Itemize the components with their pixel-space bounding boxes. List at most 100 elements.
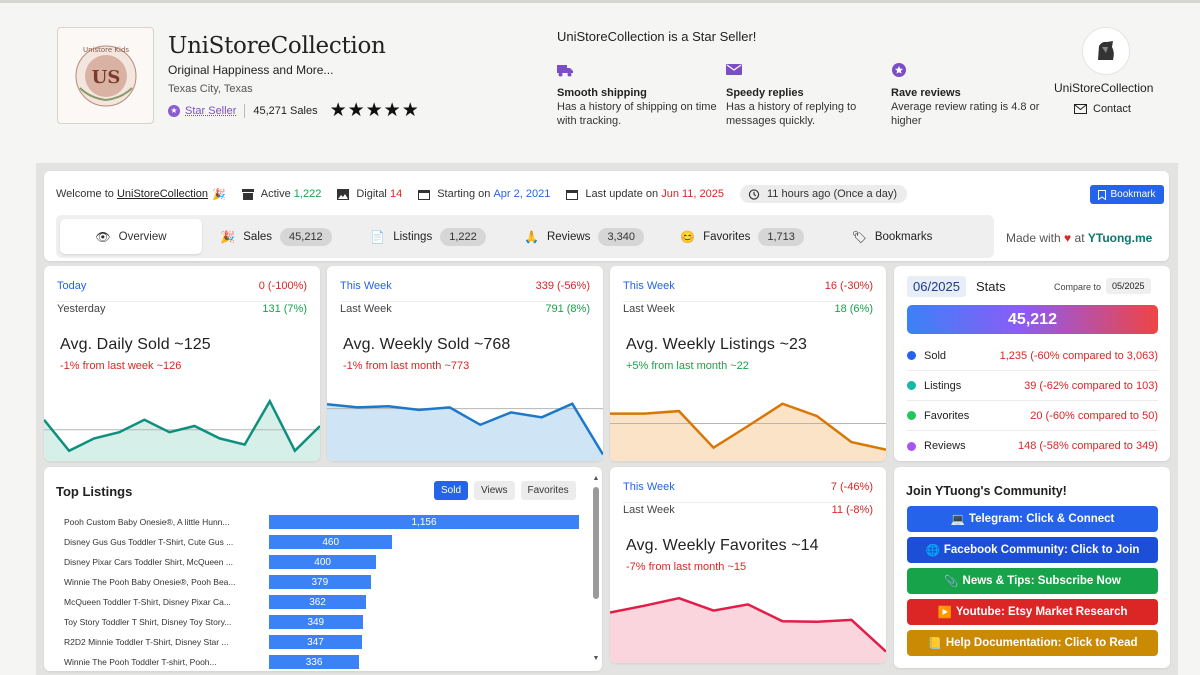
- stat-row-current: This Week 339 (-56%): [340, 280, 590, 292]
- rating-stars-icon[interactable]: ★★★★★: [330, 101, 420, 120]
- month-badge[interactable]: 06/2025: [907, 276, 966, 297]
- stat-row-current: This Week 7 (-46%): [623, 481, 873, 493]
- tab-bookmarks[interactable]: 🏷 Bookmarks: [822, 219, 962, 254]
- bookmark-label: Bookmark: [1110, 189, 1156, 200]
- tab-label: Bookmarks: [874, 230, 933, 243]
- stat-title: Avg. Weekly Favorites ~14: [626, 537, 819, 554]
- stat-divider: [57, 301, 307, 302]
- welcome-prefix: Welcome to: [56, 188, 114, 200]
- listing-row[interactable]: Winnie The Pooh Toddler T-shirt, Pooh...…: [64, 655, 589, 669]
- listing-name[interactable]: Toy Story Toddler T Shirt, Disney Toy St…: [64, 617, 247, 627]
- tab-favorites[interactable]: 😊 Favorites 1,713: [662, 219, 822, 254]
- month-stat-value: 1,235 (-60% compared to 3,063): [999, 349, 1158, 362]
- compare-select[interactable]: 05/2025: [1106, 278, 1151, 294]
- month-stat-name: Listings: [924, 379, 962, 392]
- month-stat-value: 20 (-60% compared to 50): [1030, 409, 1158, 422]
- shop-location: Texas City, Texas: [168, 83, 253, 95]
- listing-name[interactable]: R2D2 Minnie Toddler T-Shirt, Disney Star…: [64, 637, 247, 647]
- month-stat-value: 39 (-62% compared to 103): [1024, 379, 1158, 392]
- tab-reviews[interactable]: 🙏 Reviews 3,340: [506, 219, 662, 254]
- stat-title: Avg. Daily Sold ~125: [60, 336, 211, 353]
- community-button[interactable]: 💻 Telegram: Click & Connect: [907, 506, 1158, 532]
- community-button-icon: ▶️: [937, 607, 952, 619]
- contact-label: Contact: [1093, 103, 1131, 115]
- heart-icon: ♥: [1064, 231, 1072, 245]
- listing-row[interactable]: Pooh Custom Baby Onesie®, A little Hunn.…: [64, 515, 589, 529]
- bookmark-icon: [1098, 189, 1107, 200]
- community-button[interactable]: ▶️ Youtube: Etsy Market Research: [907, 599, 1158, 625]
- party-icon: 🎉: [220, 229, 236, 244]
- bookmark-button[interactable]: Bookmark: [1090, 185, 1164, 204]
- sort-favorites-button[interactable]: Favorites: [520, 481, 576, 500]
- shop-logo[interactable]: US Unistore Kids: [57, 27, 154, 124]
- community-button-label: News & Tips: Subscribe Now: [962, 575, 1121, 587]
- tab-label: Sales: [243, 230, 273, 243]
- tab-count: 3,340: [598, 227, 644, 246]
- stat-subtitle: -1% from last week ~126: [60, 360, 182, 372]
- stat-row-label: Today: [57, 280, 87, 292]
- shop-name: UniStoreCollection: [168, 33, 386, 59]
- clock-icon: [748, 188, 760, 200]
- listing-row[interactable]: Disney Pixar Cars Toddler Shirt, McQueen…: [64, 555, 589, 569]
- shop-header: US Unistore Kids UniStoreCollection Orig…: [0, 0, 1200, 162]
- star-seller-badge-icon: ★: [168, 104, 180, 117]
- month-stat-name: Favorites: [924, 409, 970, 422]
- stat-row-label: Yesterday: [57, 303, 106, 315]
- listing-row[interactable]: McQueen Toddler T-Shirt, Disney Pixar Ca…: [64, 595, 589, 609]
- star-seller-link[interactable]: Star Seller: [185, 105, 236, 117]
- shop-logo-image: US Unistore Kids: [75, 45, 136, 106]
- star-seller-title: UniStoreCollection is a Star Seller!: [557, 29, 757, 44]
- tab-sales[interactable]: 🎉 Sales 45,212: [202, 219, 350, 254]
- shop-logo-text: US: [91, 67, 120, 88]
- tab-label: Reviews: [546, 230, 591, 243]
- stat-divider: [340, 301, 590, 302]
- scroll-down-icon[interactable]: ▼: [592, 655, 600, 662]
- welcome-shop-link[interactable]: UniStoreCollection: [117, 188, 208, 200]
- meta-divider: [244, 103, 246, 118]
- last-update: Last update on Jun 11, 2025: [566, 188, 724, 200]
- stat-row-current: Today 0 (-100%): [57, 280, 307, 292]
- stat-row-label: This Week: [340, 280, 392, 292]
- sparkline-chart: [610, 402, 886, 461]
- sort-sold-button[interactable]: Sold: [434, 481, 469, 500]
- sort-views-button[interactable]: Views: [474, 481, 515, 500]
- community-button-icon: 📎: [944, 576, 959, 588]
- listing-row[interactable]: Toy Story Toddler T Shirt, Disney Toy St…: [64, 615, 589, 629]
- listing-name[interactable]: McQueen Toddler T-Shirt, Disney Pixar Ca…: [64, 597, 247, 607]
- update-value: Jun 11, 2025: [661, 188, 724, 200]
- scroll-thumb[interactable]: [593, 487, 599, 599]
- perk-title: Rave reviews: [891, 87, 961, 99]
- contact-button[interactable]: Contact: [1074, 103, 1131, 115]
- listing-name[interactable]: Winnie The Pooh Toddler T-shirt, Pooh...: [64, 657, 247, 667]
- listing-row[interactable]: Disney Gus Gus Toddler T-Shirt, Cute Gus…: [64, 535, 589, 549]
- perk-replies: Speedy replies Has a history of replying…: [726, 63, 886, 128]
- listings-scrollbar[interactable]: ▲ ▼: [592, 475, 600, 665]
- community-button[interactable]: 📎 News & Tips: Subscribe Now: [907, 568, 1158, 594]
- community-card: Join YTuong's Community! 💻 Telegram: Cli…: [894, 467, 1170, 668]
- listing-row[interactable]: Winnie The Pooh Baby Onesie®, Pooh Bea..…: [64, 575, 589, 589]
- truck-icon: [557, 65, 573, 77]
- stat-row-label: This Week: [623, 280, 675, 292]
- active-count: Active 1,222: [241, 188, 321, 200]
- stat-row-previous: Yesterday 131 (7%): [57, 303, 307, 315]
- tab-listings[interactable]: 📄 Listings 1,222: [350, 219, 506, 254]
- stat-card-weekly-sold: This Week 339 (-56%) Last Week 791 (8%) …: [327, 266, 603, 461]
- listing-name[interactable]: Pooh Custom Baby Onesie®, A little Hunn.…: [64, 517, 247, 527]
- stat-row-value: 11 (-8%): [831, 504, 873, 516]
- owner-avatar[interactable]: [1082, 27, 1130, 75]
- scroll-up-icon[interactable]: ▲: [592, 475, 600, 482]
- listing-row[interactable]: R2D2 Minnie Toddler T-Shirt, Disney Star…: [64, 635, 589, 649]
- listing-name[interactable]: Disney Pixar Cars Toddler Shirt, McQueen…: [64, 557, 247, 567]
- digital-value: 14: [389, 188, 403, 200]
- tab-overview[interactable]: 👁 Overview: [60, 219, 202, 254]
- listing-name[interactable]: Disney Gus Gus Toddler T-Shirt, Cute Gus…: [64, 537, 247, 547]
- brand-link[interactable]: YTuong.me: [1088, 231, 1152, 245]
- community-button[interactable]: 📒 Help Documentation: Click to Read: [907, 630, 1158, 656]
- updated-ago-pill: 11 hours ago (Once a day): [740, 185, 908, 203]
- listing-name[interactable]: Winnie The Pooh Baby Onesie®, Pooh Bea..…: [64, 577, 247, 587]
- stat-subtitle: -1% from last month ~773: [343, 360, 470, 372]
- stat-row-current: This Week 16 (-30%): [623, 280, 873, 292]
- listing-bar: 400: [269, 555, 377, 569]
- community-button[interactable]: 🌐 Facebook Community: Click to Join: [907, 537, 1158, 563]
- image-icon: [337, 188, 350, 200]
